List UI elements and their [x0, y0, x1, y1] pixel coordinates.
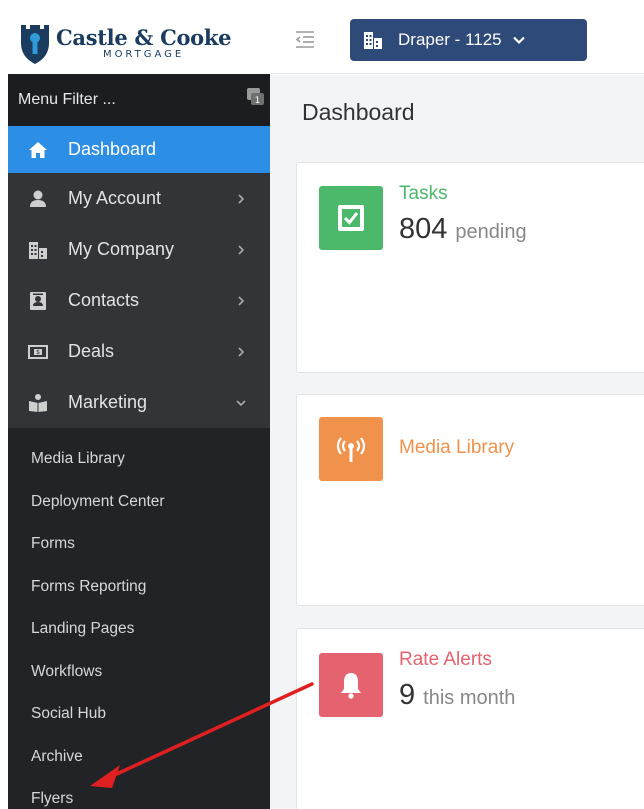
collapse-menu-icon[interactable]	[294, 29, 316, 51]
sidebar-item-contacts[interactable]: Contacts	[8, 275, 270, 326]
rate-alerts-card[interactable]: Rate Alerts 9 this month	[296, 628, 644, 809]
home-icon	[29, 141, 47, 158]
top-header: Draper - 1125	[270, 12, 644, 74]
brand-subtitle: MORTGAGE	[102, 48, 185, 60]
sidebar-item-label: Deals	[68, 341, 115, 361]
building-icon	[364, 32, 382, 49]
sidebar-item-label: My Account	[68, 188, 162, 208]
checkbox-icon	[338, 205, 364, 231]
sidebar-item-label: Marketing	[68, 392, 148, 412]
sidebar-item-dashboard[interactable]: Dashboard	[8, 126, 270, 173]
media-library-badge	[319, 417, 383, 481]
menu-filter-input[interactable]: Menu Filter ... 1	[8, 74, 270, 126]
brand-logo[interactable]: Castle & Cooke MORTGAGE	[8, 12, 270, 74]
location-label: Draper - 1125	[398, 30, 502, 49]
card-title: Rate Alerts	[399, 649, 492, 670]
card-title: Media Library	[399, 437, 515, 458]
sidebar-item-my-account[interactable]: My Account	[8, 173, 270, 224]
tasks-unit: pending	[455, 221, 527, 243]
submenu-item-deployment-center[interactable]: Deployment Center	[8, 481, 270, 524]
sidebar-item-label: Contacts	[68, 290, 140, 310]
tasks-badge	[319, 186, 383, 250]
deals-icon: $	[28, 344, 48, 359]
submenu-item-media-library[interactable]: Media Library	[8, 438, 270, 481]
app-frame: Castle & Cooke MORTGAGE Draper - 1125 Me…	[0, 0, 644, 809]
submenu-item-social-hub[interactable]: Social Hub	[8, 693, 270, 736]
submenu-item-landing-pages[interactable]: Landing Pages	[8, 608, 270, 651]
svg-text:1: 1	[255, 96, 261, 106]
castle-logo-icon	[21, 25, 49, 64]
filter-toggle-icon[interactable]: 1	[246, 86, 264, 106]
marketing-icon	[29, 393, 47, 412]
sidebar-item-marketing[interactable]: Marketing	[8, 377, 270, 428]
marketing-submenu: Media Library Deployment Center Forms Fo…	[8, 428, 270, 809]
submenu-item-archive[interactable]: Archive	[8, 736, 270, 779]
chevron-right-icon	[238, 244, 245, 255]
card-count: 804 pending	[399, 213, 527, 246]
tasks-count: 804	[399, 213, 448, 245]
broadcast-icon	[336, 437, 366, 462]
rate-alerts-badge	[319, 653, 383, 717]
chevron-right-icon	[238, 346, 245, 357]
tasks-card[interactable]: Tasks 804 pending	[296, 162, 644, 373]
card-count: 9 this month	[399, 679, 515, 712]
bell-icon	[341, 673, 361, 699]
sidebar-item-deals[interactable]: $ Deals	[8, 326, 270, 377]
submenu-item-workflows[interactable]: Workflows	[8, 651, 270, 694]
submenu-item-forms[interactable]: Forms	[8, 523, 270, 566]
chevron-down-icon	[236, 399, 246, 406]
location-selector-button[interactable]: Draper - 1125	[350, 19, 587, 61]
main-content: Dashboard Tasks 804 pending Media Librar…	[270, 75, 644, 809]
chevron-down-icon	[512, 36, 525, 45]
media-library-card[interactable]: Media Library	[296, 394, 644, 606]
rate-alerts-count: 9	[399, 679, 416, 711]
chevron-right-icon	[238, 295, 245, 306]
svg-text:$: $	[36, 349, 40, 356]
sidebar-item-label: My Company	[68, 239, 175, 259]
card-title: Tasks	[399, 183, 448, 204]
submenu-item-forms-reporting[interactable]: Forms Reporting	[8, 566, 270, 609]
sidebar-item-my-company[interactable]: My Company	[8, 224, 270, 275]
menu-filter-placeholder: Menu Filter ...	[18, 91, 116, 108]
chevron-right-icon	[238, 193, 245, 204]
contacts-icon	[30, 291, 46, 310]
page-title: Dashboard	[302, 99, 415, 125]
building-icon	[29, 241, 47, 259]
submenu-item-flyers[interactable]: Flyers	[8, 778, 270, 809]
sidebar: Menu Filter ... 1 Dashboard My Account M…	[8, 74, 270, 809]
brand-name: Castle & Cooke	[56, 24, 232, 50]
sidebar-item-label: Dashboard	[68, 139, 157, 159]
user-icon	[30, 190, 46, 207]
rate-alerts-unit: this month	[423, 687, 516, 709]
